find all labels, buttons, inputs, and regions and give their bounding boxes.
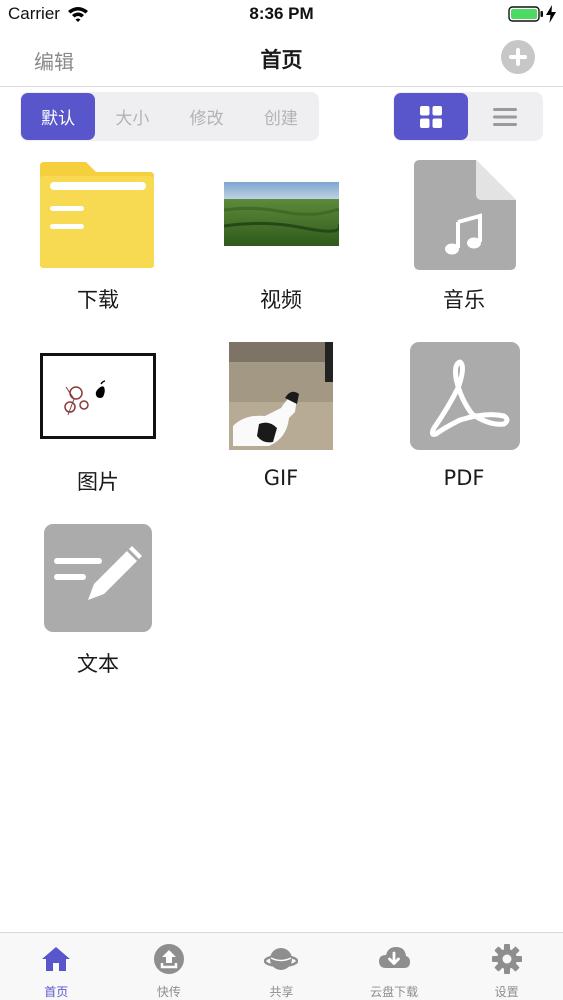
image-thumbnail xyxy=(40,353,156,439)
list-view-button[interactable] xyxy=(468,93,542,140)
home-icon xyxy=(42,947,71,971)
grid-view-button[interactable] xyxy=(394,93,468,140)
tab-cloud-download[interactable]: 云盘下载 xyxy=(338,933,451,1000)
item-label: 下载 xyxy=(77,288,119,312)
planet-icon xyxy=(264,948,299,970)
folder-item-text[interactable]: 文本 xyxy=(8,524,188,694)
navigation-bar: 编辑 首页 xyxy=(0,30,563,87)
folder-icon xyxy=(40,162,154,268)
grid-icon xyxy=(420,105,442,128)
pdf-icon xyxy=(410,342,520,450)
list-icon xyxy=(493,107,517,126)
sort-segmented-control: 默认 大小 修改 创建 xyxy=(20,92,319,141)
tab-transfer[interactable]: 快传 xyxy=(113,933,226,1000)
page-title: 首页 xyxy=(260,48,303,72)
tab-label: 设置 xyxy=(494,985,519,999)
tab-label: 共享 xyxy=(269,985,294,999)
item-label: 图片 xyxy=(77,470,119,494)
folder-item-music[interactable]: 音乐 xyxy=(374,160,554,330)
status-bar: Carrier 8:36 PM xyxy=(0,0,563,30)
tab-bar: 首页 快传 共享 云盘下载 设置 xyxy=(0,932,563,1000)
sort-default-segment[interactable]: 默认 xyxy=(21,93,96,140)
sort-size-segment[interactable]: 大小 xyxy=(95,93,169,140)
tab-share[interactable]: 共享 xyxy=(225,933,338,1000)
folder-item-image[interactable]: 图片 xyxy=(8,342,188,512)
folder-item-download[interactable]: 下载 xyxy=(8,160,188,330)
music-file-icon xyxy=(414,160,516,270)
video-thumbnail xyxy=(224,182,339,246)
tab-label: 首页 xyxy=(44,985,69,999)
folder-item-gif[interactable]: GIF xyxy=(191,342,371,512)
plus-circle-icon[interactable] xyxy=(501,40,535,74)
tab-settings[interactable]: 设置 xyxy=(450,933,563,1000)
gear-icon xyxy=(491,944,522,974)
text-edit-icon xyxy=(44,524,152,632)
clock-label: 8:36 PM xyxy=(249,4,314,23)
upload-icon xyxy=(153,944,184,974)
folder-item-video[interactable]: 视频 xyxy=(191,160,371,330)
charging-bolt-icon xyxy=(546,5,556,23)
item-label: 视频 xyxy=(260,288,302,312)
item-label: 音乐 xyxy=(443,288,485,312)
view-mode-toggle xyxy=(393,92,543,141)
app-screen: Carrier 8:36 PM 编辑 首页 默认 大小 修改 创建 下载 视频 … xyxy=(0,0,563,1000)
item-label: PDF xyxy=(443,466,485,490)
sort-created-segment[interactable]: 创建 xyxy=(244,93,318,140)
folder-item-pdf[interactable]: PDF xyxy=(374,342,554,512)
tab-home[interactable]: 首页 xyxy=(0,933,113,1000)
gif-thumbnail xyxy=(229,342,333,450)
item-label: 文本 xyxy=(77,652,119,676)
battery-icon xyxy=(508,6,543,22)
item-label: GIF xyxy=(263,466,299,490)
tab-label: 快传 xyxy=(156,985,181,999)
sort-modified-segment[interactable]: 修改 xyxy=(170,93,244,140)
tab-label: 云盘下载 xyxy=(370,985,419,999)
cloud-download-icon xyxy=(379,947,411,968)
